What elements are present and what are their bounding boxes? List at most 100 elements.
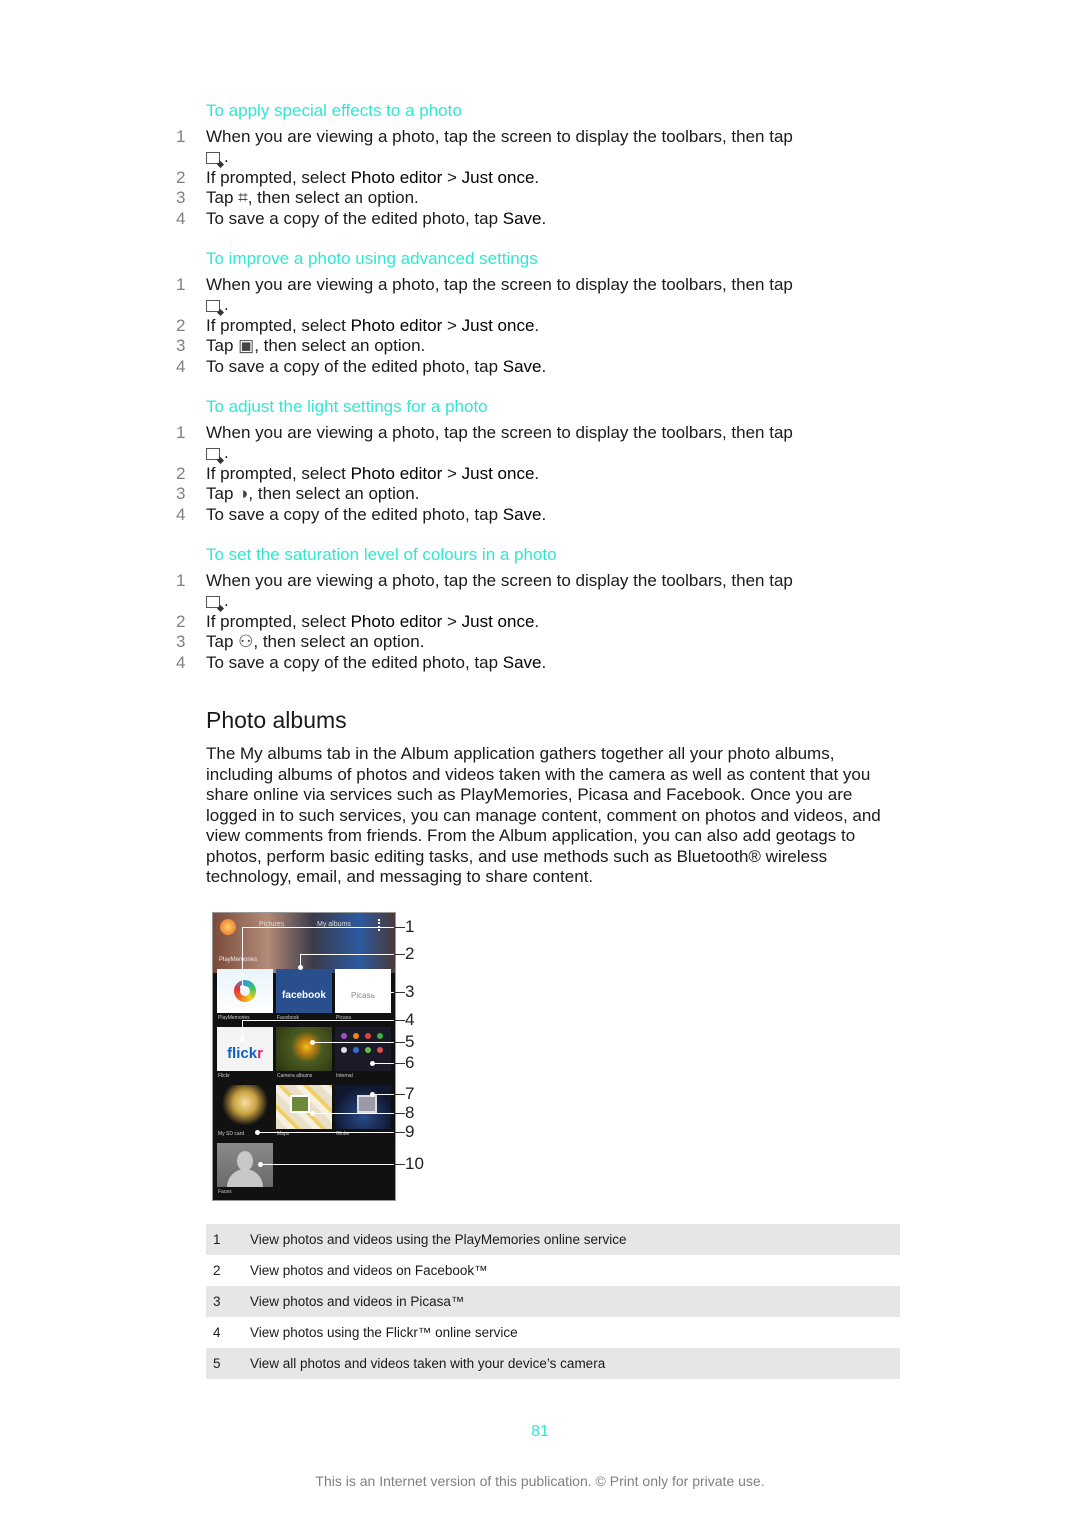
photo-edit-icon bbox=[206, 152, 220, 164]
step-number: 1 bbox=[176, 275, 186, 294]
ui-term: Just once bbox=[461, 316, 535, 335]
step-text: . bbox=[206, 295, 229, 315]
step-number: 1 bbox=[176, 127, 186, 146]
callout-leader-line bbox=[395, 927, 405, 928]
callout-leader-line bbox=[372, 1063, 394, 1064]
ui-term: Photo editor bbox=[350, 168, 443, 187]
advanced-settings-icon: ▣ bbox=[238, 336, 255, 355]
step-text-part: . bbox=[534, 316, 540, 335]
step-text: . bbox=[206, 443, 229, 463]
step-text-part: . bbox=[541, 505, 547, 524]
step-text: When you are viewing a photo, tap the sc… bbox=[206, 275, 793, 295]
callout-leader-line bbox=[395, 1042, 405, 1043]
callout-number: 9 bbox=[405, 1122, 415, 1141]
step-text-part: > bbox=[442, 464, 462, 483]
ui-term: Just once bbox=[461, 464, 535, 483]
callout-leader-line bbox=[300, 954, 394, 955]
callout-leader-line bbox=[395, 1063, 405, 1064]
ui-term: Save bbox=[502, 357, 542, 376]
tile-faces bbox=[217, 1143, 273, 1187]
crop-effects-icon: ⌗ bbox=[238, 188, 248, 207]
step-number: 2 bbox=[176, 464, 186, 483]
photo-edit-icon bbox=[206, 596, 220, 608]
callout-leader-line bbox=[395, 992, 405, 993]
ui-term: Save bbox=[502, 209, 542, 228]
step-number: 4 bbox=[176, 209, 186, 228]
step-text: To save a copy of the edited photo, tap … bbox=[206, 209, 546, 229]
ui-term: Just once bbox=[461, 168, 535, 187]
step-text-part: To save a copy of the edited photo, tap bbox=[206, 209, 503, 228]
step-text: Tap ▣, then select an option. bbox=[206, 336, 425, 356]
legend-row: 3 View photos and videos in Picasa™ bbox=[206, 1286, 900, 1317]
callout-marker bbox=[310, 1111, 315, 1116]
phone-screen: Pictures My albums PlayMemories facebook… bbox=[212, 912, 396, 1201]
step-text-part: Tap bbox=[206, 336, 239, 355]
callout-leader-line bbox=[260, 1164, 394, 1165]
callout-number: 2 bbox=[405, 944, 415, 963]
step-number: 2 bbox=[176, 316, 186, 335]
procedure-title: To improve a photo using advanced settin… bbox=[206, 249, 538, 268]
tile-label: Faces bbox=[218, 1189, 232, 1195]
legend-row: 5 View all photos and videos taken with y… bbox=[206, 1348, 900, 1379]
callout-number: 4 bbox=[405, 1010, 415, 1029]
tile-label: Camera albums bbox=[277, 1073, 313, 1079]
step-text-part: > bbox=[442, 612, 462, 631]
tile-camera-albums bbox=[276, 1027, 332, 1071]
saturation-icon: ⚇ bbox=[238, 632, 254, 651]
callout-leader-line bbox=[395, 1132, 405, 1133]
step-text: When you are viewing a photo, tap the sc… bbox=[206, 127, 793, 147]
photo-edit-icon bbox=[206, 448, 220, 460]
page-number: 81 bbox=[531, 1423, 549, 1440]
step-text-part: If prompted, select bbox=[206, 316, 351, 335]
legend-number: 5 bbox=[206, 1348, 250, 1379]
tile-label: Flickr bbox=[218, 1073, 230, 1079]
callout-marker bbox=[240, 1037, 245, 1042]
procedure-title: To set the saturation level of colours i… bbox=[206, 545, 557, 564]
legend-description: View photos and videos in Picasa™ bbox=[250, 1286, 900, 1317]
ui-term: Photo editor bbox=[350, 612, 443, 631]
callout-number: 3 bbox=[405, 982, 415, 1001]
step-number: 3 bbox=[176, 188, 186, 207]
step-number: 1 bbox=[176, 571, 186, 590]
tile-globe bbox=[335, 1085, 391, 1129]
flickr-logo-r: r bbox=[257, 1045, 263, 1062]
step-text-part: . bbox=[541, 209, 547, 228]
step-text-part: . bbox=[534, 168, 540, 187]
step-text-part: , then select an option. bbox=[253, 632, 425, 651]
tile-picasa: Picasa bbox=[335, 969, 391, 1013]
step-text-part: Tap bbox=[206, 632, 239, 651]
playmemories-section-label: PlayMemories bbox=[219, 957, 258, 963]
tile-internal bbox=[335, 1027, 391, 1071]
step-number: 3 bbox=[176, 484, 186, 503]
step-text: When you are viewing a photo, tap the sc… bbox=[206, 423, 793, 443]
footer-notice: This is an Internet version of this publ… bbox=[315, 1473, 765, 1489]
chapter-intro: The My albums tab in the Album applicati… bbox=[206, 744, 881, 886]
legend-description: View photos and videos on Facebook™ bbox=[250, 1263, 488, 1278]
tile-label: My SD card bbox=[218, 1131, 245, 1137]
step-number: 2 bbox=[176, 168, 186, 187]
step-text-part: To save a copy of the edited photo, tap bbox=[206, 653, 503, 672]
tile-label: Internal bbox=[336, 1073, 353, 1079]
callout-leader-line bbox=[242, 1020, 394, 1021]
step-text-part: . bbox=[224, 147, 229, 166]
callout-number: 8 bbox=[405, 1103, 415, 1122]
step-text: When you are viewing a photo, tap the sc… bbox=[206, 571, 793, 591]
callout-legend-table: 1 View photos and videos using the PlayMe… bbox=[206, 1224, 900, 1379]
step-text-part: To save a copy of the edited photo, tap bbox=[206, 505, 503, 524]
step-text-part: If prompted, select bbox=[206, 612, 351, 631]
callout-marker bbox=[370, 1061, 375, 1066]
callout-marker bbox=[240, 985, 245, 990]
tile-sd-card bbox=[217, 1085, 273, 1129]
chapter-title: Photo albums bbox=[206, 707, 347, 733]
callout-leader-line bbox=[242, 927, 243, 987]
procedure-title: To adjust the light settings for a photo bbox=[206, 397, 488, 416]
step-text-part: . bbox=[224, 591, 229, 610]
step-text: If prompted, select Photo editor > Just … bbox=[206, 464, 539, 484]
tile-maps bbox=[276, 1085, 332, 1129]
legend-description: View all photos and videos taken with yo… bbox=[250, 1348, 900, 1379]
callout-leader-line bbox=[395, 1113, 405, 1114]
step-text-line: When you are viewing a photo, tap the sc… bbox=[206, 275, 793, 294]
step-text-part: . bbox=[534, 464, 540, 483]
account-avatar bbox=[220, 919, 236, 935]
callout-marker bbox=[255, 1130, 260, 1135]
